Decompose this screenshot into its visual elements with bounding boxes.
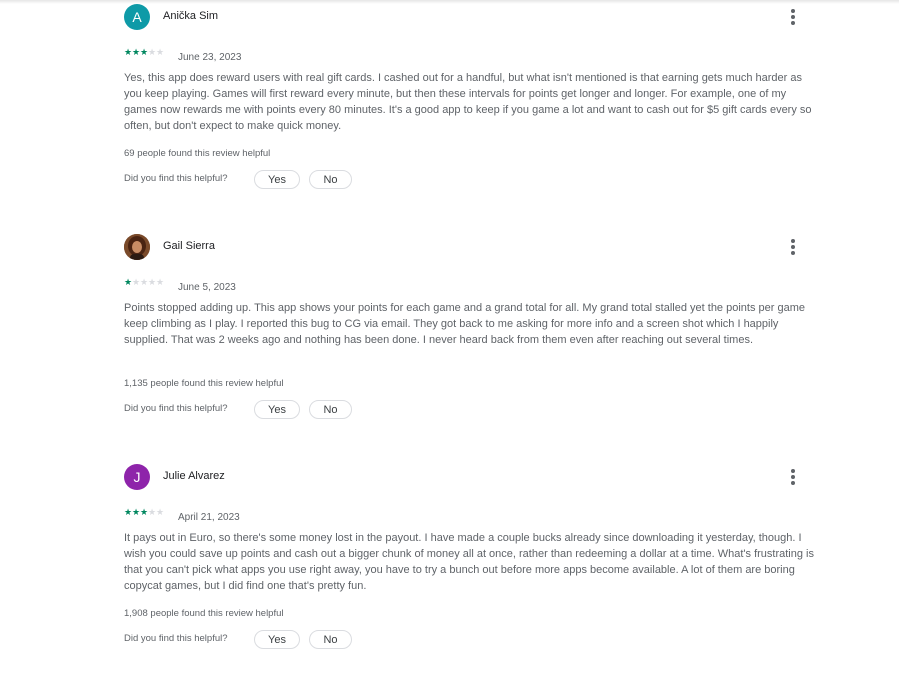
avatar: A [124, 4, 150, 30]
helpful-question: Did you find this helpful? [124, 633, 228, 644]
helpful-yes-button[interactable]: Yes [254, 170, 300, 189]
helpful-no-button[interactable]: No [309, 170, 352, 189]
star-filled-icon: ★ [132, 507, 141, 517]
helpful-count: 1,908 people found this review helpful [124, 608, 284, 619]
review-card: A Anička Sim ★ ★ ★ ★ ★ June 23, 2023 Yes, th… [0, 0, 899, 230]
reviewer-name: Gail Sierra [163, 240, 215, 252]
star-empty-icon: ★ [148, 47, 157, 57]
review-date: June 23, 2023 [178, 52, 242, 63]
star-empty-icon: ★ [132, 277, 141, 287]
star-empty-icon: ★ [148, 277, 157, 287]
star-filled-icon: ★ [132, 47, 141, 57]
more-options-icon[interactable] [783, 235, 803, 259]
helpful-no-button[interactable]: No [309, 400, 352, 419]
review-text: It pays out in Euro, so there's some mon… [124, 532, 814, 592]
star-empty-icon: ★ [156, 277, 165, 287]
star-filled-icon: ★ [140, 507, 149, 517]
star-filled-icon: ★ [124, 47, 133, 57]
helpful-question: Did you find this helpful? [124, 403, 228, 414]
star-rating: ★ ★ ★ ★ ★ [124, 277, 164, 287]
star-filled-icon: ★ [140, 47, 149, 57]
star-empty-icon: ★ [148, 507, 157, 517]
review-card: J Julie Alvarez ★ ★ ★ ★ ★ April 21, 2023 It … [0, 460, 899, 690]
profile-photo-icon [124, 234, 150, 260]
star-empty-icon: ★ [156, 507, 165, 517]
star-filled-icon: ★ [124, 277, 133, 287]
star-empty-icon: ★ [156, 47, 165, 57]
star-rating: ★ ★ ★ ★ ★ [124, 47, 164, 57]
star-empty-icon: ★ [140, 277, 149, 287]
helpful-no-button[interactable]: No [309, 630, 352, 649]
star-rating: ★ ★ ★ ★ ★ [124, 507, 164, 517]
helpful-count: 69 people found this review helpful [124, 148, 271, 159]
helpful-question: Did you find this helpful? [124, 173, 228, 184]
review-text: Points stopped adding up. This app shows… [124, 302, 805, 346]
helpful-count: 1,135 people found this review helpful [124, 378, 284, 389]
more-options-icon[interactable] [783, 465, 803, 489]
more-options-icon[interactable] [783, 5, 803, 29]
star-filled-icon: ★ [124, 507, 133, 517]
review-date: June 5, 2023 [178, 282, 236, 293]
avatar: J [124, 464, 150, 490]
reviewer-name: Anička Sim [163, 10, 219, 22]
review-text: Yes, this app does reward users with rea… [124, 72, 812, 132]
avatar [124, 234, 150, 260]
review-date: April 21, 2023 [178, 512, 240, 523]
helpful-yes-button[interactable]: Yes [254, 400, 300, 419]
helpful-yes-button[interactable]: Yes [254, 630, 300, 649]
review-card: Gail Sierra ★ ★ ★ ★ ★ June 5, 2023 Points st… [0, 230, 899, 460]
reviewer-name: Julie Alvarez [163, 470, 225, 482]
